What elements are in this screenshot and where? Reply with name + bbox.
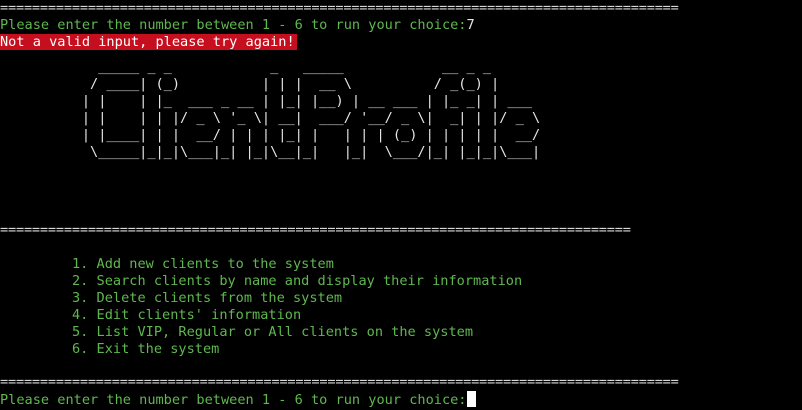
menu-item-add-clients: 1. Add new clients to the system xyxy=(72,256,334,272)
menu-item-edit-clients: 4. Edit clients' information xyxy=(72,307,302,323)
error-message: Not a valid input, please try again! xyxy=(0,34,297,50)
input-prompt-line[interactable]: Please enter the number between 1 - 6 to… xyxy=(0,391,476,408)
separator-middle: ========================================… xyxy=(0,222,631,238)
main-menu: 1. Add new clients to the system 2. Sear… xyxy=(0,256,522,358)
menu-item-delete-clients: 3. Delete clients from the system xyxy=(72,290,343,306)
text-cursor[interactable] xyxy=(466,391,476,407)
previous-input-value: 7 xyxy=(466,17,475,33)
separator-bottom: ========================================… xyxy=(0,374,679,390)
ascii-banner: _____ _ _ _ _____ __ _ _ / ____| (_) | |… xyxy=(81,59,541,160)
previous-prompt-line: Please enter the number between 1 - 6 to… xyxy=(0,17,475,34)
prompt-label: Please enter the number between 1 - 6 to… xyxy=(0,17,467,33)
menu-item-exit: 6. Exit the system xyxy=(72,341,220,357)
prompt-bottom-label: Please enter the number between 1 - 6 to… xyxy=(0,392,467,408)
menu-item-list-clients: 5. List VIP, Regular or All clients on t… xyxy=(72,324,474,340)
menu-item-search-clients: 2. Search clients by name and display th… xyxy=(72,273,523,289)
error-line: Not a valid input, please try again! xyxy=(0,34,297,51)
separator-top: ========================================… xyxy=(0,0,679,16)
